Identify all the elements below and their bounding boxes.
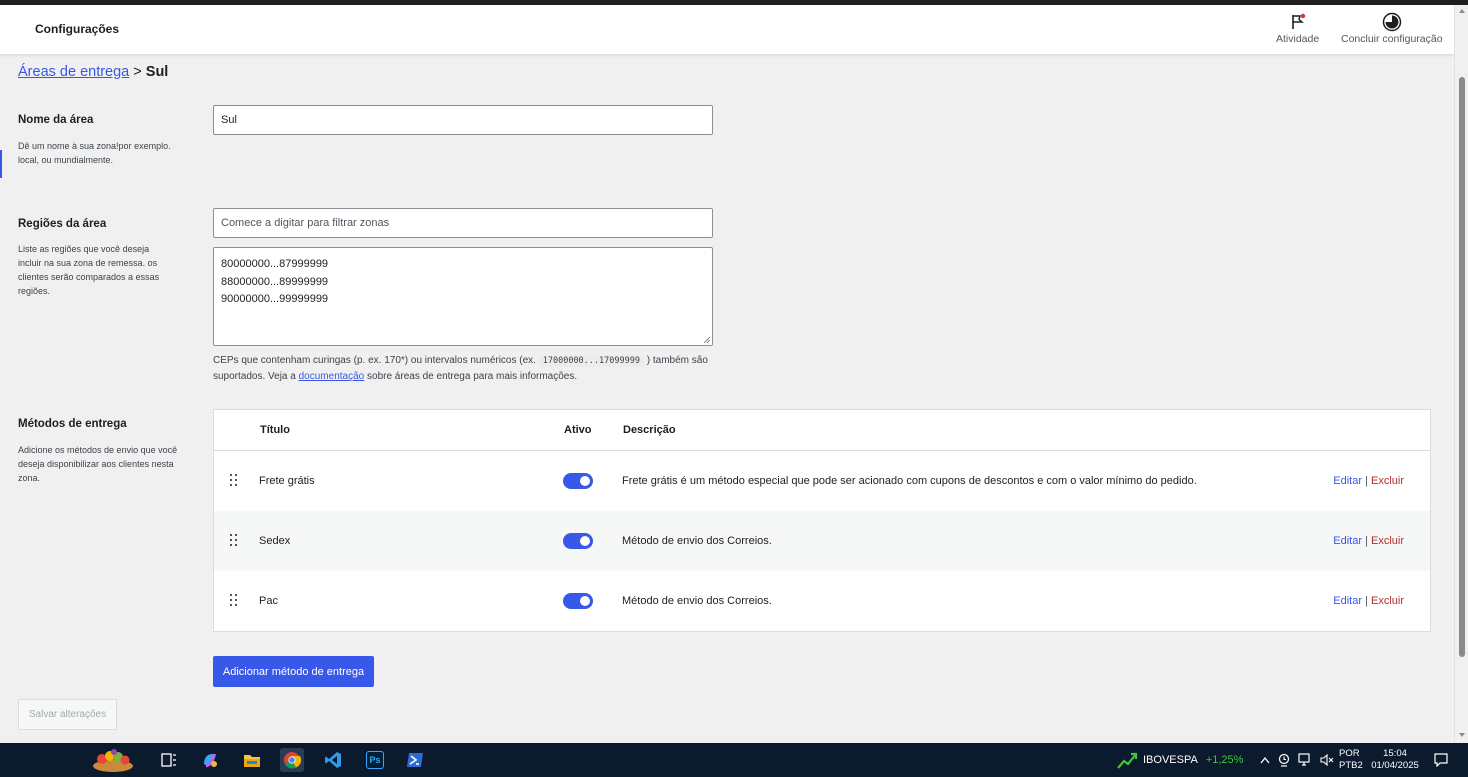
row-actions: Editar | Excluir (1333, 595, 1404, 607)
breadcrumb: Áreas de entrega > Sul (18, 64, 168, 80)
table-header: Título Ativo Descrição (214, 410, 1430, 451)
method-description: Frete grátis é um método especial que po… (622, 475, 1197, 487)
progress-circle-icon (1382, 11, 1402, 33)
stock-widget[interactable]: IBOVESPA +1,25% (1116, 743, 1243, 777)
drag-handle-icon[interactable] (230, 534, 239, 548)
method-description: Método de envio dos Correios. (622, 535, 772, 547)
stock-name: IBOVESPA (1143, 754, 1198, 766)
method-title: Pac (259, 595, 278, 607)
resize-handle-icon[interactable] (704, 337, 710, 343)
network-icon[interactable] (1298, 753, 1312, 767)
activity-label: Atividade (1276, 33, 1320, 45)
save-changes-button[interactable]: Salvar alterações (18, 699, 117, 730)
method-enabled-toggle[interactable] (563, 473, 593, 489)
toggle-knob (580, 536, 590, 546)
row-actions: Editar | Excluir (1333, 475, 1404, 487)
shipping-methods-table: Título Ativo Descrição Frete grátis Fret… (213, 409, 1431, 632)
fruit-basket-widget-icon[interactable] (88, 746, 138, 774)
keyboard-layout: PTB2 (1339, 760, 1363, 771)
edit-link[interactable]: Editar (1333, 595, 1362, 607)
left-edge-indicator (0, 150, 2, 178)
method-enabled-toggle[interactable] (563, 533, 593, 549)
file-explorer-icon[interactable] (242, 750, 262, 770)
page-title: Configurações (35, 22, 120, 36)
os-taskbar: Ps IBOVESPA +1,25% POR PTB2 15:04 01/04/… (0, 743, 1468, 777)
zone-name-title: Nome da área (18, 114, 94, 126)
add-shipping-method-button[interactable]: Adicionar método de entrega (213, 656, 374, 687)
documentation-link[interactable]: documentação (299, 371, 365, 382)
edit-link[interactable]: Editar (1333, 535, 1362, 547)
scroll-up-arrow-icon[interactable] (1459, 9, 1465, 13)
show-hidden-icons-chevron-up-icon[interactable] (1260, 756, 1270, 764)
table-row: Sedex Método de envio dos Correios. Edit… (214, 511, 1430, 571)
delete-link[interactable]: Excluir (1371, 595, 1404, 607)
postcode-line: 88000000...89999999 (221, 275, 329, 288)
chrome-icon[interactable] (280, 748, 304, 772)
clock-time: 15:04 (1383, 748, 1407, 759)
column-header-title: Título (260, 424, 290, 436)
postcodes-textarea[interactable]: 80000000...87999999 88000000...89999999 … (213, 247, 713, 346)
scroll-down-arrow-icon[interactable] (1459, 733, 1465, 737)
action-separator: | (1365, 475, 1368, 487)
zone-name-description: Dê um nome à sua zona!por exemplo. local… (18, 141, 171, 165)
toggle-knob (580, 596, 590, 606)
row-actions: Editar | Excluir (1333, 535, 1404, 547)
toggle-knob (580, 476, 590, 486)
action-separator: | (1365, 535, 1368, 547)
zone-name-input[interactable]: Sul (213, 105, 713, 135)
breadcrumb-current: Sul (145, 64, 169, 80)
meet-now-icon[interactable] (1278, 753, 1290, 767)
activity-button[interactable]: Atividade (1276, 11, 1319, 45)
system-tray (1260, 743, 1334, 777)
finish-setup-button[interactable]: Concluir configuração (1341, 11, 1443, 45)
delete-link[interactable]: Excluir (1371, 475, 1404, 487)
copilot-icon[interactable] (200, 750, 220, 770)
shipping-methods-title: Métodos de entrega (18, 418, 127, 430)
column-header-description: Descrição (623, 424, 676, 436)
postcode-help-text: CEPs que contenham curingas (p. ex. 170*… (213, 353, 733, 385)
language-code: POR (1339, 748, 1360, 759)
stock-chart-icon (1117, 752, 1138, 769)
powershell-icon[interactable] (404, 750, 426, 770)
action-separator: | (1365, 595, 1368, 607)
table-row: Frete grátis Frete grátis é um método es… (214, 451, 1430, 511)
shipping-methods-description: Adicione os métodos de envio que você de… (18, 445, 178, 483)
help-code-example: 17000000...17099999 (538, 355, 644, 367)
help-text-prefix: CEPs que contenham curingas (p. ex. 170*… (213, 355, 536, 366)
method-title: Sedex (259, 535, 291, 547)
scroll-thumb[interactable] (1459, 77, 1465, 657)
drag-handle-icon[interactable] (230, 474, 239, 488)
method-description: Método de envio dos Correios. (622, 595, 772, 607)
method-enabled-toggle[interactable] (563, 593, 593, 609)
stock-change: +1,25% (1205, 754, 1244, 766)
breadcrumb-shipping-zones-link[interactable]: Áreas de entrega (18, 64, 129, 80)
notification-center-icon[interactable] (1434, 743, 1448, 777)
delete-link[interactable]: Excluir (1371, 535, 1404, 547)
postcode-line: 90000000...99999999 (221, 293, 329, 305)
column-header-enabled: Ativo (564, 424, 592, 436)
clock-date: 01/04/2025 (1371, 760, 1419, 771)
page-scrollbar[interactable] (1454, 5, 1468, 743)
postcode-line: 80000000...87999999 (221, 258, 329, 270)
table-row: Pac Método de envio dos Correios. Editar… (214, 571, 1430, 631)
finish-setup-label: Concluir configuração (1341, 33, 1443, 45)
breadcrumb-separator: > (133, 64, 142, 80)
zone-regions-description: Liste as regiões que você deseja incluir… (18, 244, 160, 296)
task-view-icon[interactable] (160, 750, 178, 770)
clock[interactable]: 15:04 01/04/2025 (1369, 743, 1421, 777)
help-text-suffix: sobre áreas de entrega para mais informa… (367, 371, 578, 382)
vscode-icon[interactable] (322, 750, 344, 770)
edit-link[interactable]: Editar (1333, 475, 1362, 487)
app-header: Configurações Atividade Concluir configu… (0, 5, 1454, 54)
flag-icon (1290, 11, 1306, 33)
drag-handle-icon[interactable] (230, 594, 239, 608)
input-language-indicator[interactable]: POR PTB2 (1339, 743, 1363, 777)
photoshop-icon[interactable]: Ps (364, 750, 386, 770)
zone-filter-input[interactable]: Comece a digitar para filtrar zonas (213, 208, 713, 238)
method-title: Frete grátis (259, 475, 315, 487)
zone-regions-title: Regiões da área (18, 218, 107, 230)
speaker-muted-icon[interactable] (1320, 754, 1334, 766)
